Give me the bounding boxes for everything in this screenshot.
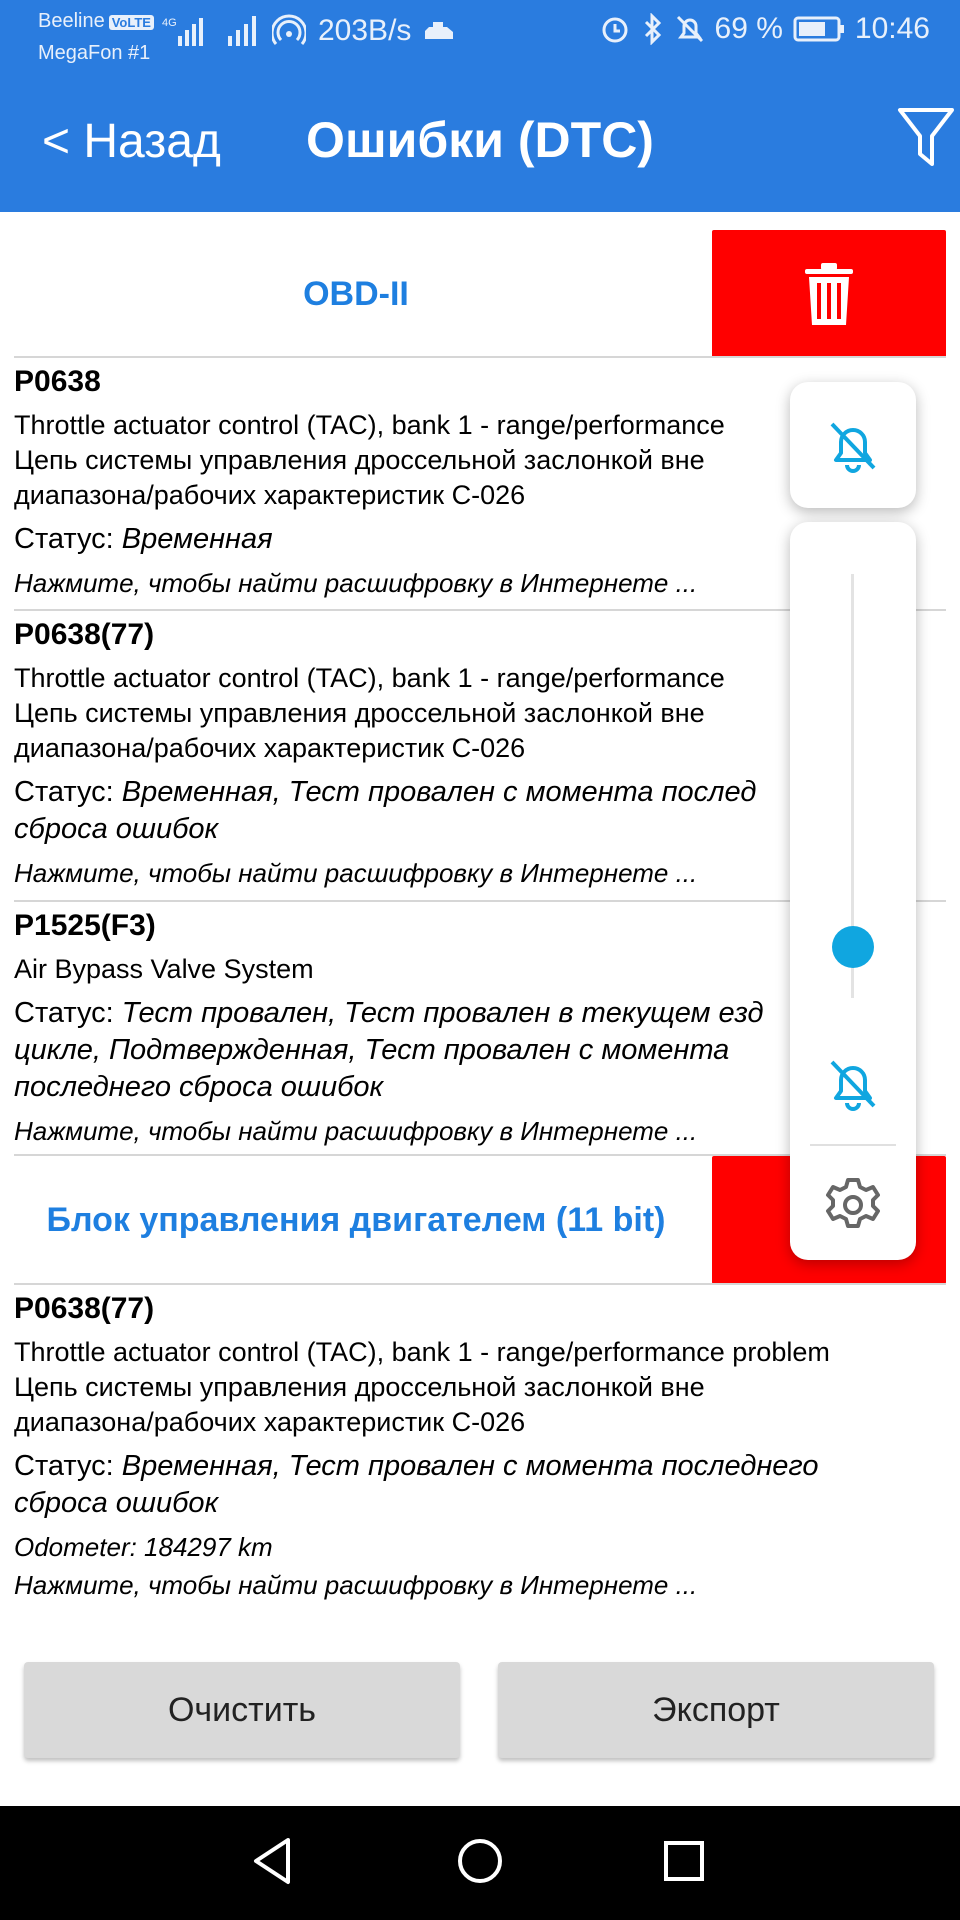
section-header-obd: OBD-II (0, 230, 960, 358)
search-link[interactable]: Нажмите, чтобы найти расшифровку в Интер… (14, 1568, 944, 1602)
search-link[interactable]: Нажмите, чтобы найти расшифровку в Интер… (14, 566, 914, 600)
carrier-1: Beeline (38, 10, 105, 32)
status-right: 69 % 10:46 (599, 12, 930, 46)
page-title: Ошибки (DTC) (306, 112, 654, 168)
settings-gear-icon[interactable] (824, 1176, 882, 1234)
network-type: 4G (162, 17, 177, 29)
section-title: Блок управления двигателем (11 bit) (46, 1200, 666, 1239)
recents-nav-icon[interactable] (662, 1836, 706, 1886)
dtc-code: P1525(F3) (14, 909, 156, 942)
ringer-toggle-panel[interactable] (790, 382, 916, 508)
status-value: Временная, Тест провален с момента после… (14, 776, 757, 845)
bell-off-icon[interactable] (826, 418, 880, 474)
dtc-status: Статус: Временная, Тест провален с момен… (14, 1448, 944, 1522)
signal-icon: 4G (162, 17, 203, 46)
clock: 10:46 (854, 12, 930, 45)
clear-button[interactable]: Очистить (24, 1662, 460, 1758)
dtc-description: Air Bypass Valve System (14, 954, 314, 984)
dtc-item[interactable]: P0638(77) Throttle actuator control (TAC… (14, 1289, 944, 1602)
status-value: Временная, Тест провален с момента после… (14, 1450, 819, 1519)
dtc-status: Статус: Временная, Тест провален с момен… (14, 774, 914, 848)
carrier-2: MegaFon #1 (38, 42, 151, 64)
dtc-status: Статус: Тест провален, Тест провален в т… (14, 995, 914, 1106)
volume-slider-knob[interactable] (832, 926, 874, 969)
dtc-item[interactable]: P0638(77) Throttle actuator control (TAC… (14, 615, 914, 890)
dtc-status: Статус: Временная (14, 521, 914, 558)
app-bar: Beeline VoLTE MegaFon #1 4G 203B/s 69 % … (0, 0, 960, 212)
dtc-code: P0638(77) (14, 1292, 155, 1325)
volte-badge: VoLTE (108, 15, 154, 30)
status-label: Статус: (14, 1450, 122, 1482)
dtc-code: P0638(77) (14, 618, 155, 651)
dtc-item[interactable]: P1525(F3) Air Bypass Valve System Статус… (14, 906, 914, 1148)
search-link[interactable]: Нажмите, чтобы найти расшифровку в Интер… (14, 1114, 914, 1148)
status-indicators: 4G 203B/s (162, 14, 459, 48)
odometer: Odometer: 184297 km (14, 1532, 273, 1562)
home-nav-icon[interactable] (456, 1836, 504, 1886)
status-value: Временная (121, 523, 273, 555)
delete-button[interactable] (712, 230, 946, 358)
back-nav-icon[interactable] (250, 1836, 294, 1886)
car-icon (425, 22, 454, 39)
bluetooth-icon (644, 13, 661, 45)
dtc-description: Throttle actuator control (TAC), bank 1 … (14, 663, 725, 763)
divider (810, 1144, 896, 1146)
dtc-description: Throttle actuator control (TAC), bank 1 … (14, 1337, 830, 1437)
status-label: Статус: (14, 523, 122, 555)
status-value: Тест провален, Тест провален в текущем е… (14, 997, 764, 1103)
divider (14, 1283, 946, 1285)
status-label: Статус: (14, 776, 122, 808)
alarm-icon (602, 17, 628, 43)
navigation-bar (0, 1806, 960, 1920)
battery-icon (793, 16, 844, 42)
dtc-item[interactable]: P0638 Throttle actuator control (TAC), b… (14, 362, 914, 600)
filter-icon[interactable] (896, 104, 956, 170)
hotspot-icon (272, 14, 306, 45)
section-title: OBD-II (303, 274, 409, 313)
divider (14, 356, 946, 358)
trash-icon (805, 263, 853, 325)
battery-percent: 69 % (714, 12, 783, 45)
search-link[interactable]: Нажмите, чтобы найти расшифровку в Интер… (14, 856, 914, 890)
network-speed: 203B/s (318, 14, 412, 47)
status-label: Статус: (14, 997, 122, 1029)
mute-icon (676, 15, 703, 43)
status-carriers: Beeline VoLTE MegaFon #1 (38, 6, 154, 68)
dtc-description: Throttle actuator control (TAC), bank 1 … (14, 410, 725, 510)
bell-off-icon[interactable] (826, 1056, 880, 1112)
export-button[interactable]: Экспорт (498, 1662, 934, 1758)
signal-icon-2 (228, 16, 256, 46)
dtc-code: P0638 (14, 365, 101, 398)
